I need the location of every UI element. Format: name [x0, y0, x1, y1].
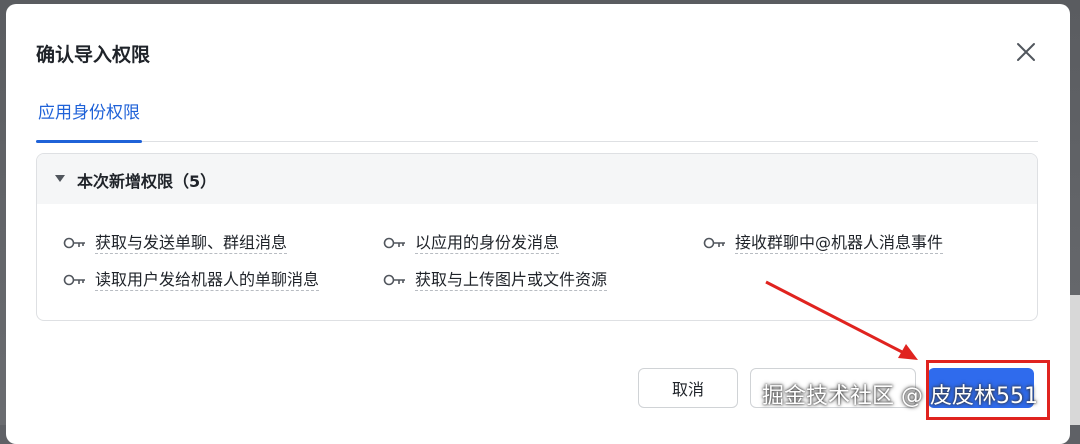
- close-button[interactable]: [1014, 40, 1038, 64]
- permission-label: 获取与发送单聊、群组消息: [95, 232, 288, 254]
- permission-label: 读取用户发给机器人的单聊消息: [95, 269, 320, 291]
- tab-bar: 应用身份权限: [36, 94, 1038, 143]
- permission-item: 获取与上传图片或文件资源: [383, 268, 608, 292]
- panel-title: 本次新增权限（5）: [77, 172, 217, 191]
- key-icon: [383, 237, 405, 249]
- tab-app-identity-permissions[interactable]: 应用身份权限: [36, 94, 142, 143]
- key-icon: [63, 274, 85, 286]
- key-icon: [383, 274, 405, 286]
- permission-label: 以应用的身份发消息: [415, 232, 560, 254]
- key-icon: [703, 237, 725, 249]
- watermark: 掘金技术社区 @ 皮皮林551: [762, 384, 1038, 409]
- background-strip: [1070, 295, 1080, 425]
- permission-item: 获取与发送单聊、群组消息: [63, 231, 288, 255]
- permission-item: 以应用的身份发消息: [383, 231, 560, 255]
- dialog-title: 确认导入权限: [36, 44, 151, 66]
- tab-active-indicator: [36, 140, 142, 143]
- permission-label: 接收群聊中@机器人消息事件: [735, 232, 944, 254]
- cancel-button[interactable]: 取消: [638, 368, 738, 408]
- caret-down-icon: [55, 175, 65, 182]
- key-icon: [63, 237, 85, 249]
- permission-item: 接收群聊中@机器人消息事件: [703, 231, 944, 255]
- close-icon: [1017, 43, 1035, 61]
- tab-label: 应用身份权限: [38, 103, 140, 123]
- new-permissions-panel: 本次新增权限（5） 获取与发送单聊、群组消息 以应用的身份发消息 接收群聊中@机…: [36, 153, 1038, 321]
- panel-header-toggle[interactable]: 本次新增权限（5）: [37, 154, 1037, 204]
- permission-item: 读取用户发给机器人的单聊消息: [63, 268, 320, 292]
- permission-label: 获取与上传图片或文件资源: [415, 269, 608, 291]
